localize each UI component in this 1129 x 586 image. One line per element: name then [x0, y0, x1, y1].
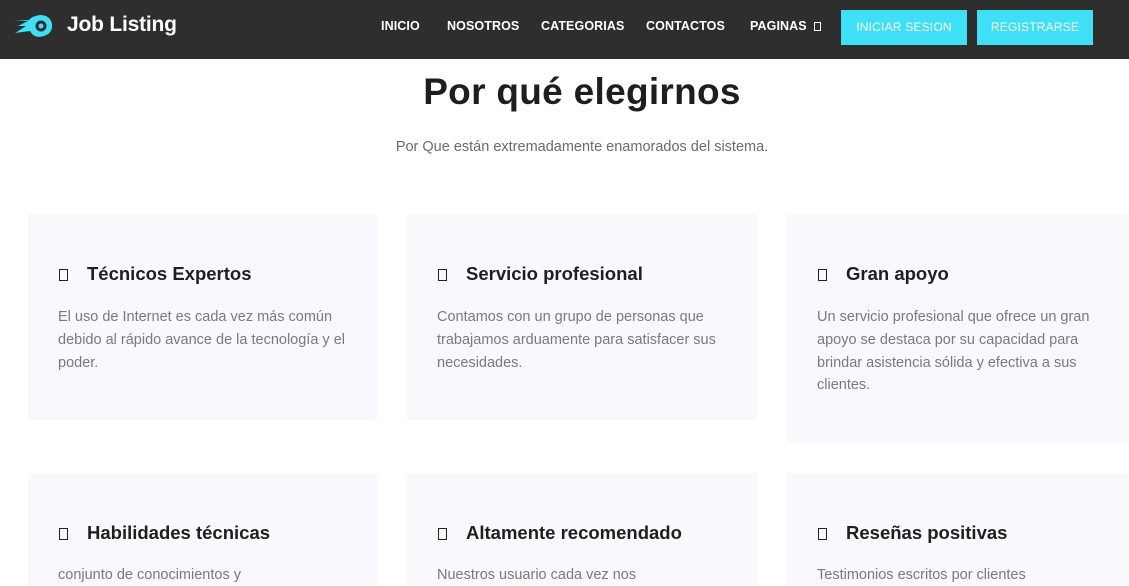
nav-categorias[interactable]: CATEGORIAS — [541, 19, 624, 33]
section-title: Por qué elegirnos — [423, 71, 741, 112]
nav-paginas[interactable]: PAGINAS — [750, 19, 821, 33]
feature-description: El uso de Internet es cada vez más común… — [58, 309, 345, 371]
feature-title: Servicio profesional — [466, 263, 643, 284]
section-subtitle: Por Que están extremadamente enamorados … — [395, 139, 769, 155]
feature-card: Reseñas positivas Testimonios escritos p… — [787, 473, 1129, 586]
top-navbar: Job Listing INICIO NOSOTROS CATEGORIAS C… — [0, 0, 1129, 59]
feature-title: Gran apoyo — [846, 263, 949, 284]
nav-paginas-label: PAGINAS — [750, 19, 807, 33]
feature-title: Técnicos Expertos — [87, 263, 252, 284]
feature-description: conjunto de conocimientos y — [58, 567, 241, 583]
nav-nosotros[interactable]: NOSOTROS — [447, 19, 519, 33]
feature-description: Nuestros usuario cada vez nos — [437, 567, 637, 583]
login-button[interactable]: INICIAR SESION — [841, 10, 967, 45]
rocket-logo-icon[interactable] — [12, 9, 56, 43]
feature-title: Reseñas positivas — [846, 522, 1008, 543]
feature-description: Un servicio profesional que ofrece un gr… — [817, 309, 1090, 394]
feature-card: Servicio profesional Contamos con un gru… — [407, 214, 757, 420]
feature-icon — [59, 528, 68, 540]
feature-card: Técnicos Expertos El uso de Internet es … — [28, 214, 377, 420]
feature-title: Habilidades técnicas — [87, 522, 271, 543]
brand-name[interactable]: Job Listing — [67, 13, 177, 37]
feature-description: Contamos con un grupo de personas que tr… — [437, 309, 716, 371]
feature-card: Habilidades técnicas conjunto de conocim… — [28, 473, 377, 586]
nav-inicio[interactable]: INICIO — [381, 19, 420, 33]
feature-card: Gran apoyo Un servicio profesional que o… — [787, 214, 1129, 443]
feature-icon — [438, 528, 447, 540]
register-button[interactable]: REGISTRARSE — [977, 10, 1093, 45]
feature-icon — [818, 528, 827, 540]
feature-card: Altamente recomendado Nuestros usuario c… — [407, 473, 757, 586]
feature-icon — [438, 269, 447, 281]
feature-title: Altamente recomendado — [466, 522, 682, 543]
feature-icon — [818, 269, 827, 281]
feature-icon — [59, 269, 68, 281]
nav-contactos[interactable]: CONTACTOS — [646, 19, 725, 33]
feature-description: Testimonios escritos por clientes — [817, 567, 1026, 583]
chevron-down-icon — [813, 22, 821, 31]
